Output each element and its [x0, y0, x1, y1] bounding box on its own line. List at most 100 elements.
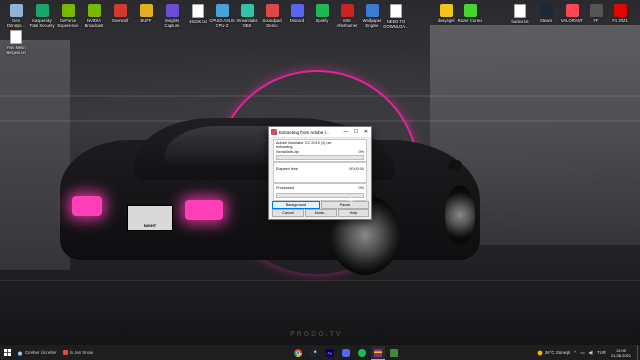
desktop-icon-label: Geri Dönüşü... [7, 18, 25, 28]
app-icon [589, 4, 603, 17]
desktop-icon[interactable]: NVIDIA Broadcast [80, 4, 108, 28]
wallpaper-plate-text: NIGHT [143, 223, 157, 228]
desktop-icon[interactable]: bunlar.txt [506, 4, 534, 24]
cloud-icon [17, 351, 23, 356]
search-text: Cevher Ücretler [25, 350, 57, 355]
app-icon [539, 4, 553, 17]
desktop-icon[interactable]: Overwolf [106, 4, 134, 23]
start-button[interactable] [0, 345, 14, 360]
minimize-button[interactable]: — [341, 127, 351, 137]
close-button[interactable]: ✕ [361, 127, 371, 137]
file-progress-bar [276, 155, 364, 160]
desktop-icon[interactable]: F1 2021 [606, 4, 634, 23]
desktop-icon-label: MSI Afterburner [336, 18, 358, 28]
taskbar-app-game[interactable] [387, 346, 401, 359]
desktop-icon[interactable]: NEED TO DOWNLOA... [382, 4, 410, 29]
clock-date: 21.08.2021 [610, 352, 631, 358]
winrar-icon [374, 348, 382, 357]
app-icon [613, 4, 627, 17]
desktop-icon[interactable]: MSI Afterburner [333, 4, 361, 28]
desktop-icon-label: Insights Capture [164, 18, 180, 28]
dialog-titlebar[interactable]: Extracting from Adobe I... — ☐ ✕ [269, 127, 371, 138]
current-file: Serial4stb.zip [276, 150, 299, 154]
steam-icon [310, 348, 318, 357]
processed-percent: 0% [358, 186, 365, 190]
app-icon [61, 4, 75, 17]
app-icon [215, 4, 229, 17]
app-icon [463, 4, 477, 17]
taskbar-search[interactable]: Cevher Ücretler [14, 345, 60, 360]
network-icon[interactable]: ▭ [580, 350, 584, 356]
taskbar-app-spotify[interactable] [355, 346, 369, 359]
desktop-icon[interactable]: Kaspersky Total Security [28, 4, 56, 28]
taskbar-apps: Ae [290, 346, 402, 360]
weather-text[interactable]: 36°C Güneşli [545, 350, 570, 355]
app-icon [139, 4, 153, 17]
language-indicator[interactable]: TUR [597, 350, 606, 355]
wallpaper-taillight [72, 196, 102, 216]
app-icon [439, 4, 453, 17]
desktop-icon[interactable]: Soundpad Demo [258, 4, 286, 28]
taskbar-app-chrome[interactable] [291, 346, 305, 359]
maximize-button[interactable]: ☐ [351, 127, 361, 137]
cancel-button[interactable]: Cancel [272, 209, 304, 217]
desktop-icon[interactable]: BUFF [132, 4, 160, 23]
wallpaper-taillight [185, 200, 223, 220]
taskbar-app-discord[interactable] [339, 346, 353, 359]
taskbar: Cevher Ücretler İn Jen Snow Ae 36°C Güne… [0, 345, 640, 360]
tray-chevron-up-icon[interactable]: ^ [574, 350, 576, 355]
volume-icon[interactable]: ◀) [588, 350, 593, 356]
desktop-icon-label: Kaspersky Total Security [29, 18, 55, 28]
background-button[interactable]: Background [272, 201, 320, 209]
app-icon [165, 4, 179, 17]
windows-logo-icon [3, 349, 11, 356]
desktop-icon[interactable]: Spotify [308, 4, 336, 23]
text-file-icon [390, 4, 402, 18]
desktop-icon[interactable]: CPUID ASUS CPU-Z [208, 4, 236, 28]
desktop-icon-label: BUFF [140, 18, 152, 23]
game-icon [390, 348, 398, 357]
spotify-icon [358, 348, 366, 357]
news-widget[interactable]: İn Jen Snow [60, 345, 97, 360]
desktop-icon-label: GeForce Experience [57, 18, 79, 28]
after-effects-icon: Ae [326, 348, 334, 357]
taskbar-app-after-effects[interactable]: Ae [323, 346, 337, 359]
text-file-icon [192, 4, 204, 18]
help-button[interactable]: Help [338, 209, 369, 217]
taskbar-clock[interactable]: 12:00 21.08.2021 [611, 348, 631, 358]
taskbar-app-steam[interactable] [307, 346, 321, 359]
desktop-icon[interactable]: GeForce Experience [54, 4, 82, 28]
desktop-icon[interactable]: Discord [283, 4, 311, 23]
news-text: İn Jen Snow [69, 350, 94, 355]
app-icon [340, 4, 354, 17]
app-icon [35, 4, 49, 17]
file-percent: 0% [358, 150, 365, 154]
desktop-icon-label: NEED TO DOWNLOA... [383, 19, 409, 29]
elapsed-value: 00:00:00 [349, 167, 364, 171]
pause-button[interactable]: Pause [321, 201, 369, 209]
wallpaper-car-mirror [448, 160, 462, 170]
svg-text:Ae: Ae [327, 350, 333, 355]
desktop-icon[interactable]: Razer Cortex [456, 4, 484, 23]
wallpaper-streak [0, 280, 640, 281]
desktop-icon[interactable]: Geri Dönüşü... [2, 4, 30, 28]
wallpaper-car-plate: NIGHT [127, 205, 173, 231]
sun-icon [537, 350, 543, 355]
desktop-icon-label: Streamlabs OBS [236, 18, 258, 28]
mode-button[interactable]: Mode... [305, 209, 337, 217]
desktop-icon[interactable]: Streamlabs OBS [233, 4, 261, 28]
desktop-icon-label: F1 2021 [612, 18, 628, 23]
desktop-icon[interactable]: Yeni Metin Belgesi.txt [2, 30, 30, 55]
system-tray: 36°C Güneşli ^ ▭ ◀) TUR 12:00 21.08.2021 [537, 345, 640, 360]
desktop-icon-label: bunlar.txt [511, 19, 529, 24]
taskbar-app-winrar[interactable] [371, 346, 385, 360]
desktop-icon[interactable]: Insights Capture [158, 4, 186, 28]
app-icon [565, 4, 579, 17]
app-icon [290, 4, 304, 17]
discord-icon [342, 348, 350, 357]
news-icon [62, 350, 68, 355]
desktop-icon[interactable]: Steam [532, 4, 560, 23]
app-icon [87, 4, 101, 17]
app-icon [265, 4, 279, 17]
desktop-icon-label: CPUID ASUS CPU-Z [209, 18, 235, 28]
